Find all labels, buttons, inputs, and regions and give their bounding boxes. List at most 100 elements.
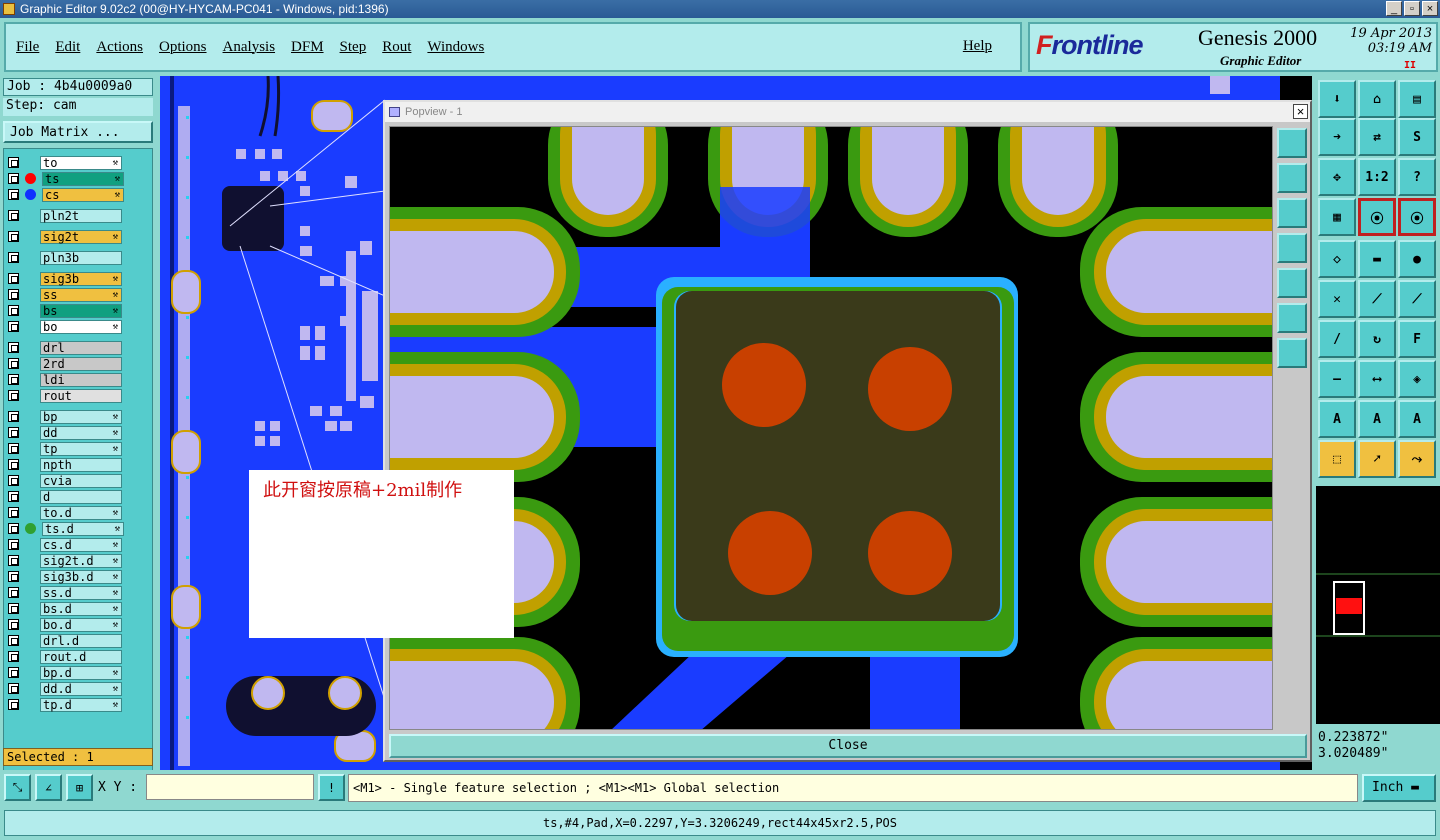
layer-row[interactable]: to.d ⚒ — [8, 505, 122, 520]
close-window-button[interactable]: × — [1422, 1, 1438, 16]
grid-snap-icon[interactable]: ⊞ — [66, 774, 93, 801]
layer-name[interactable]: dd.d ⚒ — [40, 681, 122, 696]
tool-measure-icon[interactable]: ⟷ — [1358, 360, 1396, 398]
layer-row[interactable]: pln3b — [8, 250, 122, 265]
layer-checkbox[interactable] — [8, 390, 19, 401]
layer-name[interactable]: ss.d ⚒ — [40, 585, 122, 600]
tool-snap-icon[interactable]: ⦿ — [1358, 198, 1396, 236]
tool-export-icon[interactable]: ➜ — [1318, 118, 1356, 156]
layer-checkbox[interactable] — [8, 523, 19, 534]
tool-a3-icon[interactable]: A — [1398, 400, 1436, 438]
layer-row[interactable]: drl.d — [8, 633, 122, 648]
pause-indicator[interactable]: II — [1404, 60, 1416, 71]
menu-rout[interactable]: Rout — [382, 39, 411, 56]
tool-a2-icon[interactable]: A — [1358, 400, 1396, 438]
layer-row[interactable]: 2rd — [8, 356, 122, 371]
pan-left-icon[interactable] — [1277, 233, 1307, 263]
tool-grid-icon[interactable]: ▦ — [1318, 198, 1356, 236]
layer-row[interactable]: sig3b.d ⚒ — [8, 569, 122, 584]
layer-row[interactable]: cs ⚒ — [8, 187, 124, 202]
layer-checkbox[interactable] — [8, 491, 19, 502]
layer-checkbox[interactable] — [8, 252, 19, 263]
xy-input[interactable] — [146, 774, 314, 800]
layer-name[interactable]: tp ⚒ — [40, 441, 122, 456]
layer-name[interactable]: sig2t.d ⚒ — [40, 553, 122, 568]
pan-right-icon[interactable] — [1277, 268, 1307, 298]
tool-line-icon[interactable]: ⟋ — [1358, 280, 1396, 318]
tool-arc-icon[interactable]: ↻ — [1358, 320, 1396, 358]
layer-name[interactable]: sig3b.d ⚒ — [40, 569, 122, 584]
layer-checkbox[interactable] — [8, 635, 19, 646]
layer-name[interactable]: sig3b ⚒ — [40, 271, 122, 286]
minimize-button[interactable]: _ — [1386, 1, 1402, 16]
layer-name[interactable]: cs ⚒ — [42, 187, 124, 202]
layer-name[interactable]: ss ⚒ — [40, 287, 122, 302]
menu-edit[interactable]: Edit — [55, 39, 80, 56]
menu-file[interactable]: File — [16, 39, 39, 56]
layer-checkbox[interactable] — [8, 475, 19, 486]
tool-help-icon[interactable]: ? — [1398, 158, 1436, 196]
layer-checkbox[interactable] — [8, 273, 19, 284]
layer-row[interactable]: tp ⚒ — [8, 441, 122, 456]
layer-name[interactable]: d — [40, 489, 122, 504]
layer-row[interactable]: npth — [8, 457, 122, 472]
tool-pointer-icon[interactable]: ➚ — [1358, 440, 1396, 478]
layer-checkbox[interactable] — [8, 321, 19, 332]
layer-checkbox[interactable] — [8, 189, 19, 200]
menu-actions[interactable]: Actions — [96, 39, 143, 56]
layer-checkbox[interactable] — [8, 667, 19, 678]
layer-row[interactable]: bo.d ⚒ — [8, 617, 122, 632]
layer-name[interactable]: cvia — [40, 473, 122, 488]
layer-row[interactable]: bp.d ⚒ — [8, 665, 122, 680]
maximize-button[interactable]: ▫ — [1404, 1, 1420, 16]
layer-row[interactable]: d — [8, 489, 122, 504]
zoom-area-icon[interactable] — [1277, 128, 1307, 158]
layer-row[interactable]: drl — [8, 340, 122, 355]
layer-name[interactable]: rout — [40, 388, 122, 403]
tool-save-icon[interactable]: ⬇ — [1318, 80, 1356, 118]
layer-name[interactable]: to ⚒ — [40, 155, 122, 170]
layer-row[interactable]: cs.d ⚒ — [8, 537, 122, 552]
layer-row[interactable]: sig2t.d ⚒ — [8, 553, 122, 568]
tool-ratio-icon[interactable]: 1:2 — [1358, 158, 1396, 196]
menu-step[interactable]: Step — [340, 39, 367, 56]
layer-checkbox[interactable] — [8, 603, 19, 614]
layer-checkbox[interactable] — [8, 157, 19, 168]
layer-row[interactable]: rout — [8, 388, 122, 403]
layer-row[interactable]: sig3b ⚒ — [8, 271, 122, 286]
tool-cross-icon[interactable]: ✕ — [1318, 280, 1356, 318]
layer-name[interactable]: cs.d ⚒ — [40, 537, 122, 552]
tool-route-icon[interactable]: ⤳ — [1398, 440, 1436, 478]
menu-options[interactable]: Options — [159, 39, 207, 56]
layer-checkbox[interactable] — [8, 289, 19, 300]
layer-row[interactable]: bs.d ⚒ — [8, 601, 122, 616]
layer-checkbox[interactable] — [8, 619, 19, 630]
fit-all-icon[interactable] — [1277, 338, 1307, 368]
layer-checkbox[interactable] — [8, 699, 19, 710]
layer-checkbox[interactable] — [8, 231, 19, 242]
tool-snap2-icon[interactable]: ⦿ — [1398, 198, 1436, 236]
layer-checkbox[interactable] — [8, 571, 19, 582]
layer-name[interactable]: bp.d ⚒ — [40, 665, 122, 680]
layer-name[interactable]: tp.d ⚒ — [40, 697, 122, 712]
fit-icon[interactable] — [1277, 303, 1307, 333]
layer-row[interactable]: ldi — [8, 372, 122, 387]
layer-name[interactable]: dd ⚒ — [40, 425, 122, 440]
menu-analysis[interactable]: Analysis — [223, 39, 276, 56]
layer-row[interactable]: cvia — [8, 473, 122, 488]
warning-icon[interactable]: ! — [318, 774, 345, 801]
tool-a1-icon[interactable]: A — [1318, 400, 1356, 438]
layer-name[interactable]: ts ⚒ — [42, 171, 124, 186]
layer-checkbox[interactable] — [8, 555, 19, 566]
layer-checkbox[interactable] — [8, 374, 19, 385]
menu-help[interactable]: Help — [963, 38, 992, 55]
layer-name[interactable]: drl.d — [40, 633, 122, 648]
layer-name[interactable]: bo ⚒ — [40, 319, 122, 334]
layer-name[interactable]: bo.d ⚒ — [40, 617, 122, 632]
layer-checkbox[interactable] — [8, 411, 19, 422]
tool-ruler-icon[interactable]: ▬ — [1358, 240, 1396, 278]
minimap[interactable] — [1316, 486, 1440, 724]
menu-dfm[interactable]: DFM — [291, 39, 324, 56]
layer-checkbox[interactable] — [8, 210, 19, 221]
layer-checkbox[interactable] — [8, 507, 19, 518]
